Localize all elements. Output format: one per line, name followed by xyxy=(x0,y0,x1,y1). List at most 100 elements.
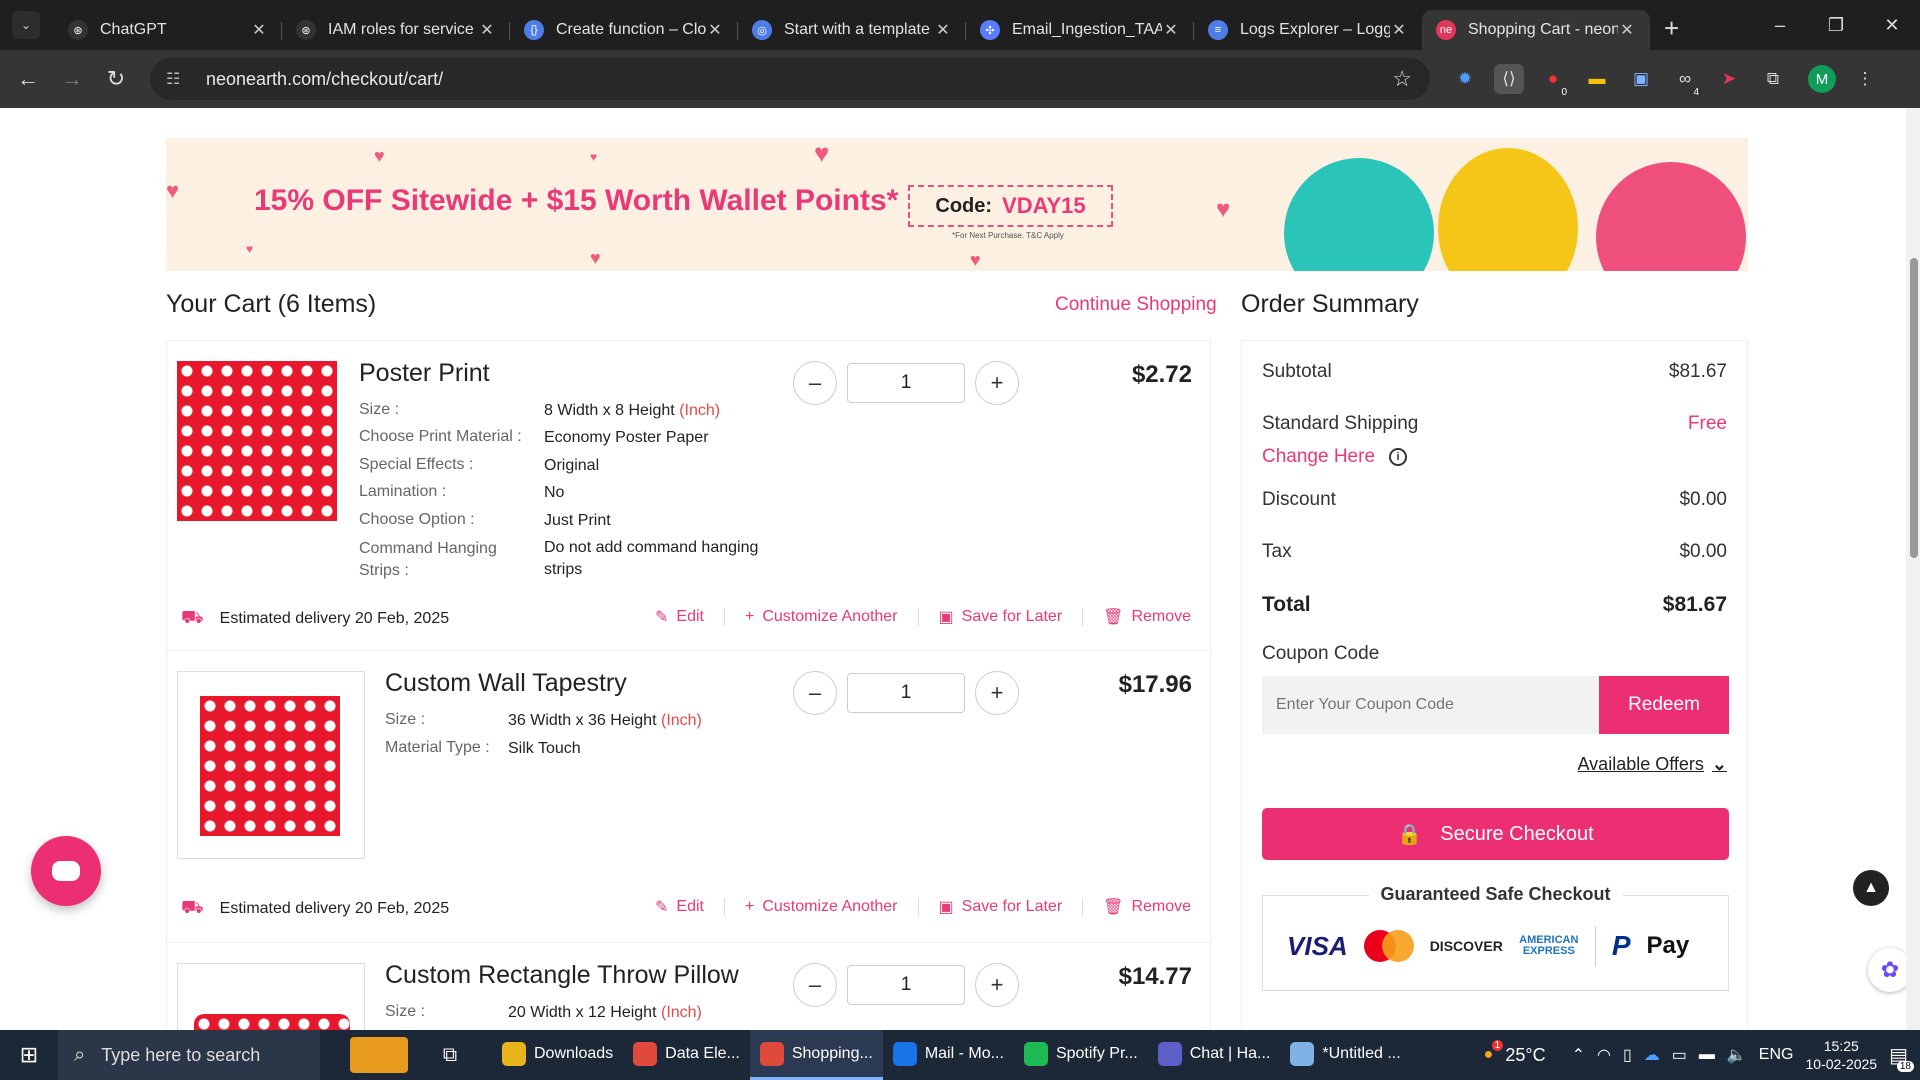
customize-another-button[interactable]: + Customize Another xyxy=(745,898,898,916)
save-for-later-button[interactable]: ▣ Save for Later xyxy=(939,607,1063,627)
redeem-button[interactable]: Redeem xyxy=(1599,676,1729,734)
increase-qty-button[interactable]: + xyxy=(975,671,1019,715)
extension-send-icon[interactable]: ➤ xyxy=(1714,64,1744,94)
extension-code-icon[interactable]: ⟨⟩ xyxy=(1494,64,1524,94)
browser-tab[interactable]: ⊛ IAM roles for service ✕ xyxy=(282,10,510,50)
product-thumbnail[interactable] xyxy=(177,361,337,521)
tab-close-icon[interactable]: ✕ xyxy=(1618,20,1636,40)
info-icon[interactable]: i xyxy=(1389,448,1408,466)
taskbar-search[interactable]: ⌕ Type here to search xyxy=(58,1030,320,1080)
tab-search-button[interactable]: ⌄ xyxy=(12,11,40,39)
chat-widget-button[interactable] xyxy=(31,836,101,906)
taskbar-app[interactable]: Chat | Ha... xyxy=(1148,1030,1281,1080)
volume-icon[interactable]: 🔈 xyxy=(1727,1045,1747,1065)
weather-icon[interactable]: ● 1 xyxy=(1484,1040,1504,1064)
apple-pay-label: Pay xyxy=(1646,932,1690,959)
window-controls: – ❐ ✕ xyxy=(1752,0,1920,50)
taskbar-app[interactable]: Shopping... xyxy=(749,1030,883,1080)
extension-screen-icon[interactable]: ▣ xyxy=(1626,64,1656,94)
browser-tab[interactable]: ≡ Logs Explorer – Logg ✕ xyxy=(1194,10,1422,50)
browser-tab[interactable]: ⊛ ChatGPT ✕ xyxy=(54,10,282,50)
restore-icon[interactable]: ❐ xyxy=(1808,0,1864,50)
product-name[interactable]: Poster Print xyxy=(359,359,490,388)
browser-tab[interactable]: ne Shopping Cart - neon ✕ xyxy=(1422,10,1650,50)
profile-avatar[interactable]: M xyxy=(1808,65,1836,93)
product-thumbnail[interactable] xyxy=(177,963,365,1030)
browser-tab[interactable]: ✣ Email_Ingestion_TAA ✕ xyxy=(966,10,1194,50)
quantity-input[interactable]: 1 xyxy=(847,673,965,713)
display-icon[interactable]: ▭ xyxy=(1672,1045,1687,1065)
edit-button[interactable]: ✎ Edit xyxy=(655,897,704,917)
taskbar-app[interactable]: Mail - Mo... xyxy=(883,1030,1014,1080)
onedrive-icon[interactable]: ☁ xyxy=(1644,1045,1660,1065)
battery-icon[interactable]: ▬ xyxy=(1699,1046,1715,1064)
decrease-qty-button[interactable]: – xyxy=(793,671,837,715)
remove-button[interactable]: 🗑 Remove xyxy=(1103,897,1191,917)
secure-checkout-button[interactable]: 🔒 Secure Checkout xyxy=(1262,808,1729,860)
promo-headline: 15% OFF Sitewide + $15 Worth Wallet Poin… xyxy=(254,184,899,217)
tab-close-icon[interactable]: ✕ xyxy=(1390,20,1408,40)
clock[interactable]: 15:25 10-02-2025 xyxy=(1805,1037,1877,1073)
close-window-icon[interactable]: ✕ xyxy=(1864,0,1920,50)
weather-badge: 1 xyxy=(1491,1040,1504,1051)
taskbar-app[interactable]: Spotify Pr... xyxy=(1014,1030,1148,1080)
browser-tab[interactable]: {} Create function – Clo ✕ xyxy=(510,10,738,50)
extension-record-icon[interactable]: ● 0 xyxy=(1538,64,1570,98)
increase-qty-button[interactable]: + xyxy=(975,963,1019,1007)
bookmark-star-icon[interactable]: ☆ xyxy=(1392,66,1412,92)
page-scrollbar[interactable] xyxy=(1906,108,1920,1030)
scrollbar-thumb[interactable] xyxy=(1910,258,1918,558)
device-icon[interactable]: ▯ xyxy=(1623,1045,1632,1065)
change-shipping-link[interactable]: Change Here i xyxy=(1262,446,1408,468)
tab-close-icon[interactable]: ✕ xyxy=(478,20,496,40)
taskbar-app[interactable]: Data Ele... xyxy=(623,1030,750,1080)
language-indicator[interactable]: ENG xyxy=(1759,1046,1794,1064)
taskbar-app[interactable]: *Untitled ... xyxy=(1280,1030,1410,1080)
chevron-up-icon[interactable]: ⌃ xyxy=(1572,1045,1585,1065)
promo-banner[interactable]: ♥ ♥ ♥ ♥ ♥ ♥ ♥ ♥ 15% OFF Sitewide + $15 W… xyxy=(166,138,1748,271)
tab-close-icon[interactable]: ✕ xyxy=(934,20,952,40)
extension-link-icon[interactable]: ∞ 4 xyxy=(1670,64,1702,98)
quantity-input[interactable]: 1 xyxy=(847,965,965,1005)
scroll-to-top-button[interactable]: ▲ xyxy=(1853,870,1889,906)
tab-close-icon[interactable]: ✕ xyxy=(706,20,724,40)
extension-wallet-icon[interactable]: ▬ xyxy=(1582,64,1612,94)
save-label: Save for Later xyxy=(961,898,1063,915)
task-view-icon[interactable]: ⧉ xyxy=(428,1044,472,1067)
quantity-input[interactable]: 1 xyxy=(847,363,965,403)
edit-button[interactable]: ✎ Edit xyxy=(655,607,704,627)
coupon-input[interactable] xyxy=(1262,676,1599,734)
briefcase-app-icon[interactable] xyxy=(350,1037,408,1073)
product-thumbnail[interactable] xyxy=(177,671,365,859)
continue-shopping-link[interactable]: Continue Shopping xyxy=(1055,294,1217,316)
minimize-icon[interactable]: – xyxy=(1752,0,1808,50)
forward-icon[interactable]: → xyxy=(50,66,94,92)
taskbar-app[interactable]: Downloads xyxy=(492,1030,623,1080)
site-info-icon[interactable]: ☷ xyxy=(166,69,190,89)
available-offers-toggle[interactable]: Available Offers ⌄ xyxy=(1578,754,1728,775)
increase-qty-button[interactable]: + xyxy=(975,361,1019,405)
windows-start-icon[interactable]: ⊞ xyxy=(0,1042,58,1068)
notifications-icon[interactable]: ▤ 18 xyxy=(1889,1043,1914,1072)
spec-unit: (Inch) xyxy=(660,712,702,729)
address-bar[interactable]: ☷ neonearth.com/checkout/cart/ ☆ xyxy=(150,58,1430,100)
pencil-icon: ✎ xyxy=(655,609,669,626)
wifi-icon[interactable]: ◠ xyxy=(1597,1045,1611,1065)
tab-close-icon[interactable]: ✕ xyxy=(1162,20,1180,40)
customize-another-button[interactable]: + Customize Another xyxy=(745,608,898,626)
remove-button[interactable]: 🗑 Remove xyxy=(1103,607,1191,627)
product-name[interactable]: Custom Rectangle Throw Pillow xyxy=(385,961,739,990)
back-icon[interactable]: ← xyxy=(6,66,50,92)
reload-icon[interactable]: ↻ xyxy=(94,66,138,92)
save-for-later-button[interactable]: ▣ Save for Later xyxy=(939,897,1063,917)
new-tab-button[interactable]: + xyxy=(1664,13,1679,44)
extension-bug-icon[interactable]: ✹ xyxy=(1450,64,1480,94)
decrease-qty-button[interactable]: – xyxy=(793,361,837,405)
tab-close-icon[interactable]: ✕ xyxy=(250,20,268,40)
extensions-puzzle-icon[interactable]: ⧉ xyxy=(1758,64,1788,94)
product-name[interactable]: Custom Wall Tapestry xyxy=(385,669,627,698)
browser-tab[interactable]: ◎ Start with a template ✕ xyxy=(738,10,966,50)
weather-temp[interactable]: 25°C xyxy=(1505,1045,1545,1066)
browser-menu-icon[interactable]: ⋮ xyxy=(1850,64,1880,94)
decrease-qty-button[interactable]: – xyxy=(793,963,837,1007)
